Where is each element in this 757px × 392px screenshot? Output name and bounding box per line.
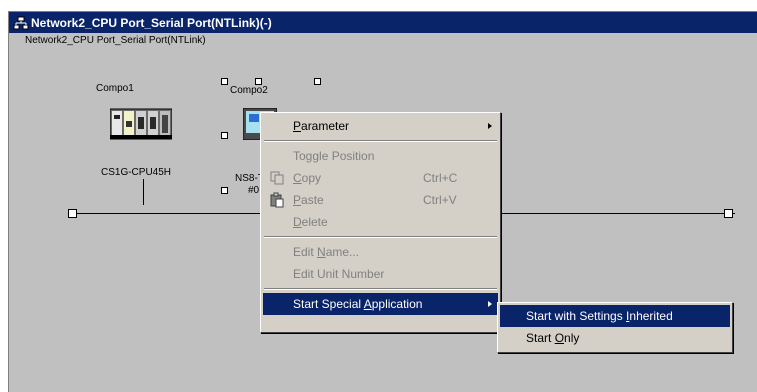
menu-item-parameter-rest: arameter — [301, 119, 350, 133]
selection-handle[interactable] — [221, 132, 228, 139]
selection-handle[interactable] — [255, 78, 262, 85]
menu-item-paste[interactable]: Paste Ctrl+V — [263, 189, 498, 211]
menu-item-parameter-mnemonic: P — [293, 119, 302, 133]
menu-item-ssa-rest: pplication — [371, 297, 423, 311]
paste-icon — [269, 192, 285, 208]
selection-handle[interactable] — [221, 78, 228, 85]
submenu-item-1-rest: nly — [564, 331, 580, 345]
menu-item-start-only[interactable]: Start Only — [500, 327, 730, 349]
menu-item-copy-shortcut: Ctrl+C — [423, 171, 458, 185]
network-label: Network2_CPU Port_Serial Port(NTLink) — [25, 35, 206, 46]
menu-item-delete-rest: elete — [301, 215, 328, 229]
submenu-arrow-icon — [488, 123, 492, 129]
bus-terminator-right[interactable] — [724, 209, 733, 218]
menu-item-edit-name-mnemonic: N — [317, 245, 326, 259]
submenu-item-0-rest: nherited — [629, 309, 673, 323]
menu-separator — [264, 236, 497, 238]
menu-item-ssa-before: Start Special — [293, 297, 364, 311]
compo2-address: #0 — [248, 185, 260, 196]
compo1-name: Compo1 — [96, 83, 134, 94]
bus-terminator-left[interactable] — [68, 209, 77, 218]
plc-unit-icon[interactable] — [109, 107, 173, 141]
menu-item-edit-unit-number[interactable]: Edit Unit Number — [263, 263, 498, 285]
menu-item-copy[interactable]: Copy Ctrl+C — [263, 167, 498, 189]
selection-handle[interactable] — [314, 78, 321, 85]
menu-item-start-special-application[interactable]: Start Special Application — [263, 293, 498, 315]
menu-item-ssa-mnemonic: A — [363, 297, 372, 311]
window-titlebar[interactable]: Network2_CPU Port_Serial Port(NTLink)(-) — [9, 12, 757, 33]
special-application-submenu: Start with Settings Inherited Start Only — [497, 302, 733, 353]
menu-item-copy-mnemonic: C — [293, 171, 302, 185]
selection-handle[interactable] — [221, 187, 228, 194]
menu-item-edit-name[interactable]: Edit Name... — [263, 241, 498, 263]
compo2-name: Compo2 — [230, 85, 268, 96]
menu-item-edit-name-rest: ame... — [325, 245, 360, 259]
menu-item-paste-mnemonic: P — [293, 193, 302, 207]
menu-item-toggle-position[interactable]: Toggle Position — [263, 145, 498, 167]
context-menu: Parameter Toggle Position Copy Ctrl+C Pa… — [260, 112, 501, 333]
submenu-arrow-icon — [488, 301, 492, 307]
menu-separator — [264, 288, 497, 290]
menu-item-toggle-position-label: Toggle Position — [293, 149, 375, 163]
menu-item-delete[interactable]: Delete — [263, 211, 498, 233]
menu-item-delete-mnemonic: D — [293, 215, 302, 229]
menu-item-edit-unit-number-label: Edit Unit Number — [293, 267, 385, 281]
submenu-item-0-before: Start with Settings — [526, 309, 627, 323]
menu-item-parameter[interactable]: Parameter — [263, 115, 498, 137]
menu-item-edit-name-before: Edit — [293, 245, 318, 259]
menu-item-paste-rest: aste — [301, 193, 324, 207]
submenu-item-1-mnemonic: O — [554, 331, 565, 345]
window-title: Network2_CPU Port_Serial Port(NTLink)(-) — [31, 15, 272, 30]
menu-separator — [264, 140, 497, 142]
copy-icon — [269, 170, 285, 186]
network-icon — [13, 15, 29, 31]
submenu-item-1-before: Start — [526, 331, 555, 345]
compo1-model: CS1G-CPU45H — [101, 167, 172, 178]
menu-item-paste-shortcut: Ctrl+V — [423, 193, 457, 207]
menu-item-start-with-settings-inherited[interactable]: Start with Settings Inherited — [500, 305, 730, 327]
compo1-drop-line — [143, 179, 144, 205]
menu-item-copy-rest: opy — [301, 171, 322, 185]
